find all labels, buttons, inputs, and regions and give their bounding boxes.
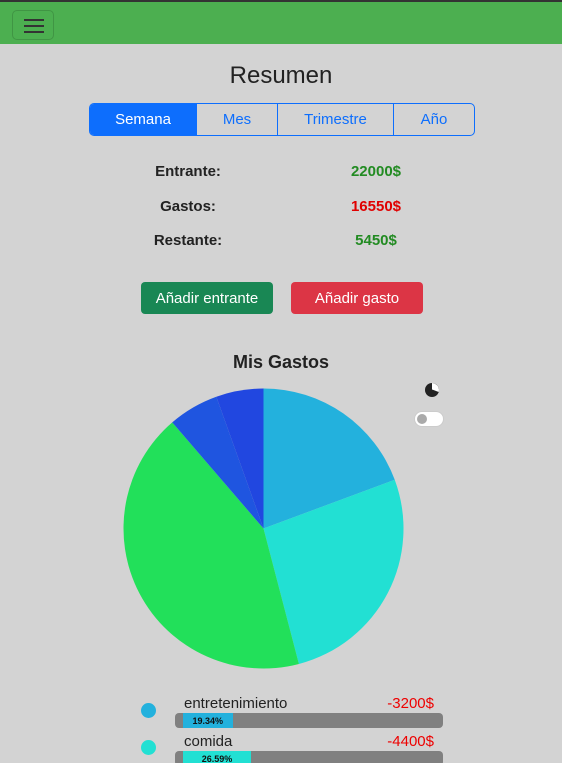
legend-progress-bar: 26.59% <box>175 751 443 763</box>
legend-progress-bar: 19.34% <box>175 713 443 728</box>
remaining-label: Restante: <box>153 232 223 249</box>
period-tabs: Semana Mes Trimestre Año <box>89 103 475 136</box>
hamburger-icon-line <box>24 19 44 21</box>
income-value: 22000$ <box>350 163 402 180</box>
chart-title: Mis Gastos <box>232 352 330 372</box>
page-title: Resumen <box>229 62 333 89</box>
tab-ano[interactable]: Año <box>394 104 474 135</box>
legend-name: comida <box>184 733 233 750</box>
add-expense-button[interactable]: Añadir gasto <box>291 282 423 314</box>
hamburger-menu-button[interactable] <box>12 10 54 40</box>
pie-chart-icon[interactable] <box>424 382 440 398</box>
hamburger-icon-line <box>24 31 44 33</box>
hamburger-icon-line <box>24 25 44 27</box>
expenses-pie-chart <box>123 388 404 669</box>
legend-dot <box>141 703 156 718</box>
expenses-label: Gastos: <box>160 198 216 215</box>
remaining-value: 5450$ <box>355 232 397 249</box>
add-income-button[interactable]: Añadir entrante <box>141 282 273 314</box>
tab-mes[interactable]: Mes <box>197 104 278 135</box>
legend-item-comida: comida -4400$ 26.59% <box>0 732 562 763</box>
tab-trimestre[interactable]: Trimestre <box>278 104 394 135</box>
top-navbar <box>0 0 562 44</box>
income-label: Entrante: <box>155 163 221 180</box>
legend-dot <box>141 740 156 755</box>
expenses-value: 16550$ <box>350 198 402 215</box>
chart-toggle-switch[interactable] <box>414 411 444 427</box>
legend-amount: -3200$ <box>387 695 434 712</box>
legend-name: entretenimiento <box>184 695 288 712</box>
legend-progress-fill: 26.59% <box>183 751 252 763</box>
legend-amount: -4400$ <box>387 733 434 750</box>
legend-progress-fill: 19.34% <box>183 713 233 728</box>
toggle-knob <box>417 414 427 424</box>
tab-semana[interactable]: Semana <box>90 104 197 135</box>
